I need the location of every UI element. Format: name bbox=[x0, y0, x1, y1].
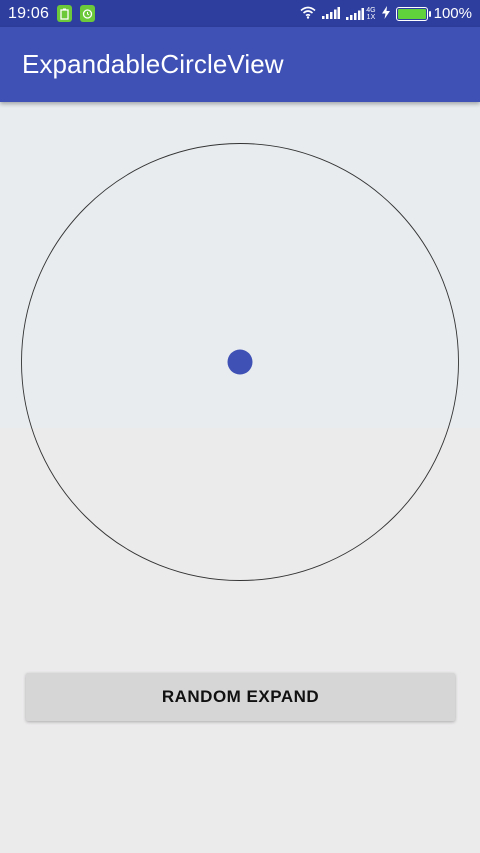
battery-notification-icon bbox=[57, 5, 73, 22]
battery-icon bbox=[395, 6, 431, 21]
charging-icon bbox=[381, 5, 390, 22]
status-bar: 19:06 4G 1X 100% bbox=[0, 0, 480, 27]
center-dot[interactable] bbox=[227, 349, 253, 375]
network-type-label: 4G 1X bbox=[366, 7, 375, 21]
battery-percent: 100% bbox=[433, 5, 472, 22]
status-left: 19:06 bbox=[8, 4, 96, 23]
network-bottom-label: 1X bbox=[366, 13, 376, 21]
wifi-icon bbox=[300, 6, 316, 22]
network-top-label: 4G bbox=[366, 6, 376, 14]
app-title: ExpandableCircleView bbox=[22, 49, 284, 79]
signal-4g-icon: 4G 1X bbox=[346, 7, 376, 21]
alarm-notification-icon bbox=[80, 5, 96, 22]
signal-icon bbox=[322, 6, 341, 22]
random-expand-button[interactable]: RANDOM EXPAND bbox=[26, 673, 455, 721]
battery-fill bbox=[397, 8, 426, 19]
app-bar: ExpandableCircleView bbox=[0, 27, 480, 102]
expandable-circle-view[interactable] bbox=[0, 102, 480, 622]
status-right: 4G 1X 100% bbox=[300, 5, 472, 22]
status-time: 19:06 bbox=[8, 4, 50, 22]
